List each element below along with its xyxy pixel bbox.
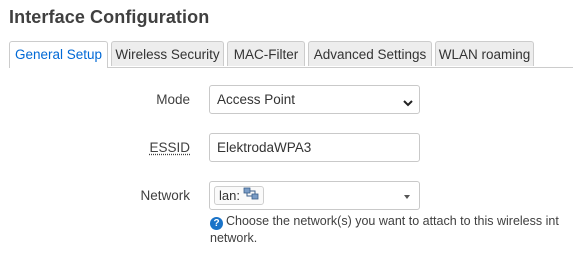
network-select[interactable]: lan: bbox=[209, 181, 420, 210]
tab-label: MAC-Filter bbox=[233, 47, 299, 62]
tab-wlan-roaming[interactable]: WLAN roaming bbox=[435, 41, 534, 66]
chevron-down-icon bbox=[403, 95, 413, 110]
network-help-line-1: Choose the network(s) you want to attach… bbox=[226, 214, 559, 228]
essid-input[interactable]: ElektrodaWPA3 bbox=[209, 133, 420, 162]
tab-label: WLAN roaming bbox=[438, 47, 531, 62]
tab-label: General Setup bbox=[14, 47, 103, 62]
network-help-line-2: network. bbox=[210, 231, 258, 245]
network-chip-label: lan: bbox=[219, 188, 240, 203]
mode-select[interactable]: Access Point bbox=[209, 85, 420, 114]
tab-wireless-security[interactable]: Wireless Security bbox=[111, 41, 224, 66]
tab-label: Wireless Security bbox=[115, 47, 220, 62]
essid-input-value: ElektrodaWPA3 bbox=[217, 140, 312, 155]
caret-down-icon bbox=[404, 195, 410, 199]
page-title: Interface Configuration bbox=[9, 7, 210, 27]
mode-label: Mode bbox=[156, 92, 190, 107]
tab-bar: General Setup Wireless Security MAC-Filt… bbox=[9, 41, 573, 68]
tab-general-setup[interactable]: General Setup bbox=[9, 41, 108, 68]
essid-label: ESSID bbox=[149, 140, 190, 155]
network-chip: lan: bbox=[214, 186, 264, 205]
question-circle-icon: ? bbox=[210, 217, 223, 230]
mode-select-value: Access Point bbox=[217, 92, 296, 107]
tab-advanced-settings[interactable]: Advanced Settings bbox=[308, 41, 432, 66]
interface-configuration-page: Interface Configuration General Setup Wi… bbox=[0, 0, 573, 259]
network-ports-icon bbox=[243, 187, 259, 204]
tab-mac-filter[interactable]: MAC-Filter bbox=[227, 41, 305, 66]
tab-label: Advanced Settings bbox=[313, 47, 427, 62]
network-label: Network bbox=[140, 188, 190, 203]
network-help-text: ? Choose the network(s) you want to attac… bbox=[210, 213, 573, 246]
